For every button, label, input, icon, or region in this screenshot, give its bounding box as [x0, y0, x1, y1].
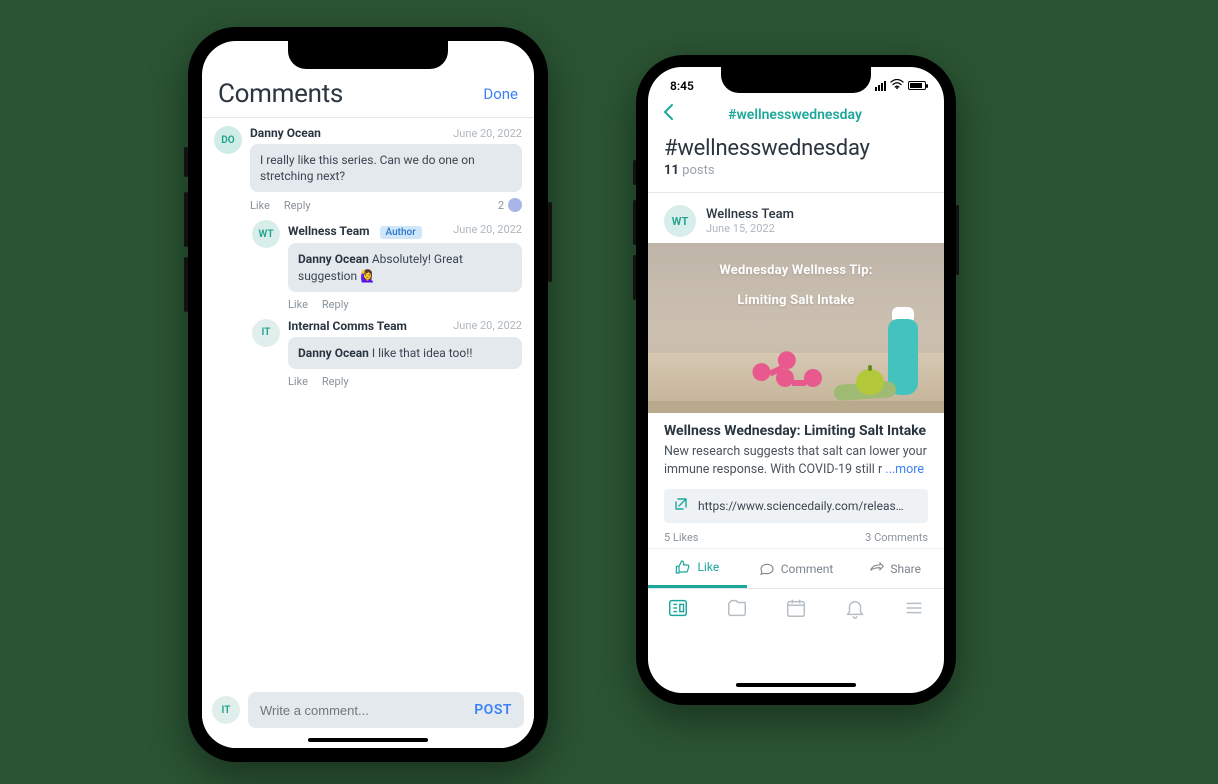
comment-date: June 20, 2022: [453, 127, 522, 140]
comment-body: Danny Ocean Absolutely! Great suggestion…: [288, 243, 522, 291]
avatar: WT: [252, 220, 280, 248]
status-time: 8:45: [670, 79, 694, 93]
comment-input[interactable]: POST: [248, 692, 524, 728]
post-date: June 15, 2022: [706, 222, 794, 235]
apple-icon: [856, 369, 884, 395]
comment-item: WT Wellness Team Author June 20, 2022 Da: [202, 212, 534, 310]
author-badge: Author: [380, 226, 422, 239]
like-button[interactable]: Like: [250, 199, 270, 212]
comment-author: Wellness Team: [288, 224, 370, 238]
like-button[interactable]: Like: [288, 298, 308, 311]
like-reaction-icon: [508, 198, 522, 212]
post-button[interactable]: POST: [474, 702, 512, 718]
share-action[interactable]: Share: [845, 549, 944, 588]
comment-item: IT Internal Comms Team June 20, 2022 Dan…: [202, 311, 534, 388]
post-body: New research suggests that salt can lowe…: [648, 443, 944, 479]
like-action[interactable]: Like: [648, 549, 747, 588]
page-title: Comments: [218, 79, 343, 109]
tab-calendar[interactable]: [766, 597, 825, 619]
comments-count[interactable]: 3 Comments: [865, 531, 928, 544]
hero-text-1: Wednesday Wellness Tip:: [648, 263, 944, 278]
comment-action[interactable]: Comment: [747, 549, 846, 588]
hashtag-title: #wellnesswednesday: [664, 136, 928, 161]
nav-bar: #wellnesswednesday: [648, 101, 944, 132]
home-indicator: [736, 683, 856, 687]
mention[interactable]: Danny Ocean: [298, 346, 369, 360]
post-count: 11 posts: [664, 163, 928, 178]
home-indicator: [308, 738, 428, 742]
reply-button[interactable]: Reply: [284, 199, 311, 212]
like-count: 2: [498, 198, 522, 212]
avatar: WT: [664, 205, 696, 237]
link-preview[interactable]: https://www.sciencedaily.com/releas…: [664, 489, 928, 523]
comments-list: DO Danny Ocean June 20, 2022 I really li…: [202, 118, 534, 748]
tab-feed[interactable]: [648, 597, 707, 619]
comment-author: Internal Comms Team: [288, 319, 407, 333]
avatar: IT: [212, 696, 240, 724]
comment-date: June 20, 2022: [453, 319, 522, 332]
post-hero: Wednesday Wellness Tip: Limiting Salt In…: [648, 243, 944, 413]
comment-body: I really like this series. Can we do one…: [250, 144, 522, 192]
nav-title: #wellnesswednesday: [660, 107, 930, 123]
post-author: Wellness Team: [706, 207, 794, 222]
tab-notifications[interactable]: [826, 597, 885, 619]
post-stats: 5 Likes 3 Comments: [648, 523, 944, 548]
device-notch: [288, 41, 448, 69]
tab-bar: [648, 588, 944, 633]
reply-button[interactable]: Reply: [322, 298, 349, 311]
comment-item: DO Danny Ocean June 20, 2022 I really li…: [202, 118, 534, 212]
post-title: Wellness Wednesday: Limiting Salt Intake: [648, 413, 944, 443]
compose-bar: IT POST: [202, 682, 534, 734]
avatar: DO: [214, 126, 242, 154]
wifi-icon: [890, 79, 904, 92]
post-action-bar: Like Comment Share: [648, 548, 944, 588]
hashtag-header: #wellnesswednesday 11 posts: [648, 132, 944, 180]
battery-icon: [908, 81, 926, 90]
mention[interactable]: Danny Ocean: [298, 252, 369, 266]
external-link-icon: [674, 497, 688, 515]
signal-icon: [875, 81, 886, 91]
comment-author: Danny Ocean: [250, 126, 321, 140]
comment-date: June 20, 2022: [453, 223, 522, 236]
like-button[interactable]: Like: [288, 375, 308, 388]
more-button[interactable]: ...more: [885, 462, 924, 477]
tab-menu[interactable]: [885, 597, 944, 619]
feed-post: WT Wellness Team June 15, 2022 Wednesday…: [648, 193, 944, 588]
likes-count[interactable]: 5 Likes: [664, 531, 699, 544]
done-button[interactable]: Done: [483, 85, 518, 103]
comment-body: Danny Ocean I like that idea too!!: [288, 337, 522, 369]
dumbbell-icon: [776, 369, 822, 391]
phone-feed: 8:45 #wellnesswednesday #wellnesswednesd…: [636, 55, 956, 705]
status-bar: 8:45: [648, 67, 944, 101]
reply-button[interactable]: Reply: [322, 375, 349, 388]
phone-comments: Comments Done DO Danny Ocean June 20, 20…: [188, 27, 548, 762]
hero-text-2: Limiting Salt Intake: [648, 293, 944, 308]
comment-input-field[interactable]: [260, 703, 474, 718]
link-url: https://www.sciencedaily.com/releas…: [698, 499, 918, 513]
avatar: IT: [252, 319, 280, 347]
tab-files[interactable]: [707, 597, 766, 619]
